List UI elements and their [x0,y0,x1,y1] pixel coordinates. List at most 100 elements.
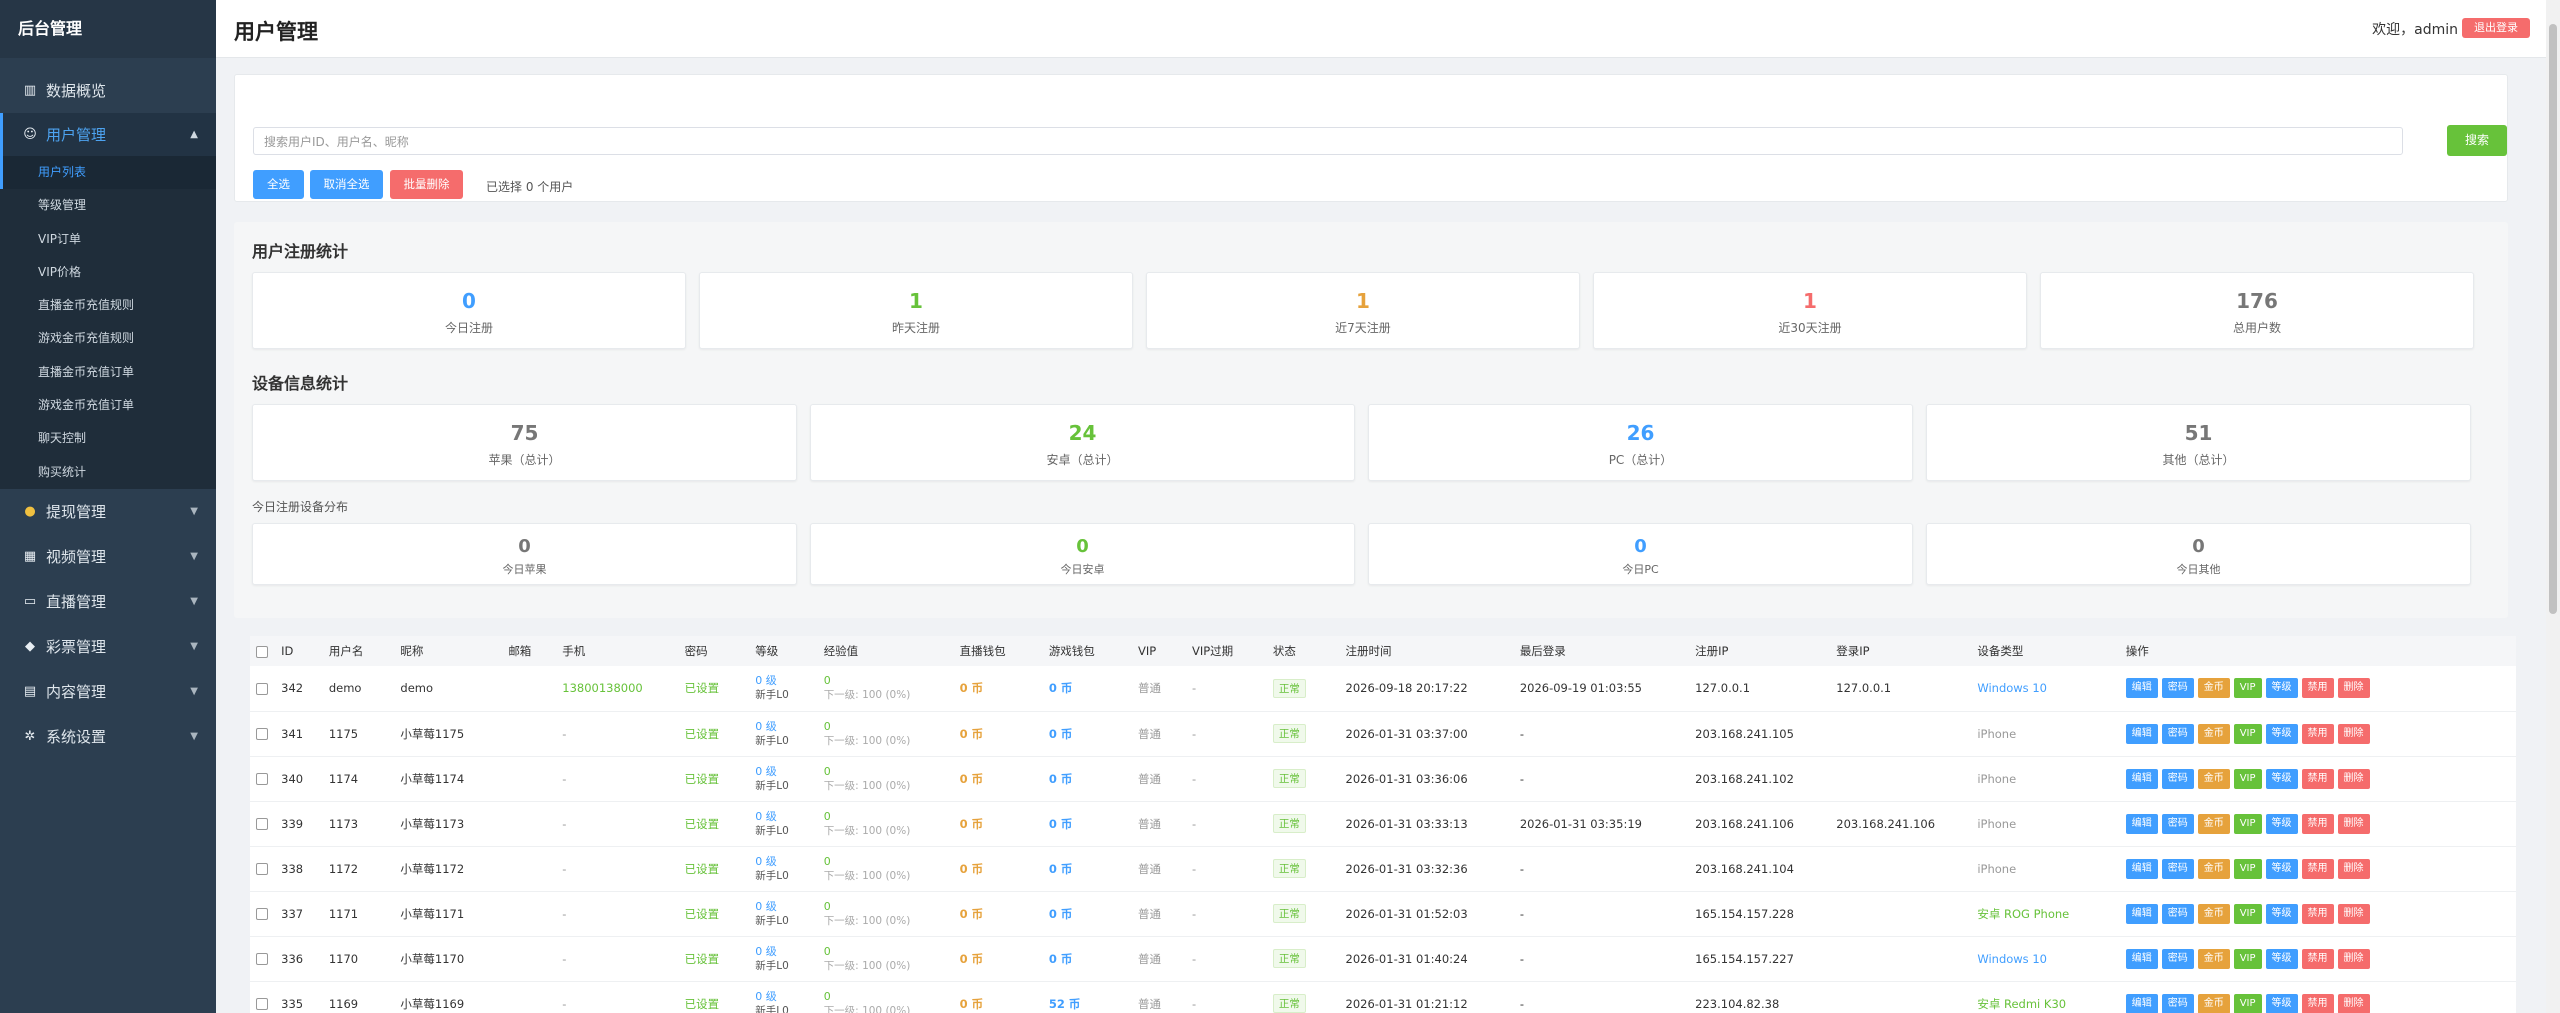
password-button[interactable]: 密码 [2161,723,2194,744]
level-button[interactable]: 等级 [2265,858,2298,879]
submenu-item-vip-orders[interactable]: VIP订单 [0,223,216,256]
coins-button[interactable]: 金币 [2197,723,2230,744]
delete-button[interactable]: 删除 [2337,948,2370,969]
table-cell[interactable] [250,891,282,937]
edit-button[interactable]: 编辑 [2125,993,2158,1013]
level-button[interactable]: 等级 [2265,723,2298,744]
row-checkbox[interactable] [256,728,268,740]
search-button[interactable]: 搜索 [2447,125,2507,156]
batch-delete-button[interactable]: 批量删除 [390,170,463,199]
row-checkbox[interactable] [256,908,268,920]
submenu-item-vip-price[interactable]: VIP价格 [0,256,216,289]
table-cell[interactable] [250,801,282,847]
delete-button[interactable]: 删除 [2337,813,2370,834]
disable-button[interactable]: 禁用 [2301,903,2334,924]
submenu-item-game-recharge-orders[interactable]: 游戏金币充值订单 [0,389,216,422]
password-button[interactable]: 密码 [2161,948,2194,969]
delete-button[interactable]: 删除 [2337,993,2370,1013]
table-cell[interactable] [250,756,282,802]
edit-button[interactable]: 编辑 [2125,813,2158,834]
deselect-all-button[interactable]: 取消全选 [310,170,383,199]
vip-button[interactable]: VIP [2233,903,2262,924]
delete-button[interactable]: 删除 [2337,858,2370,879]
page-scrollbar[interactable] [2546,0,2560,1013]
submenu-item-purchase-stats[interactable]: 购买统计 [0,456,216,489]
menu-item-users[interactable]: ☺ 用户管理 ▲ [0,113,216,156]
edit-button[interactable]: 编辑 [2125,858,2158,879]
menu-item-withdraw[interactable]: ● 提现管理 ▼ [0,489,216,534]
submenu-item-user-list[interactable]: 用户列表 [0,156,216,190]
table-cell[interactable] [250,666,282,712]
row-checkbox[interactable] [256,863,268,875]
coins-button[interactable]: 金币 [2197,948,2230,969]
menu-item-dashboard[interactable]: ▥ 数据概览 [0,68,216,113]
row-checkbox[interactable] [256,773,268,785]
edit-button[interactable]: 编辑 [2125,678,2158,699]
level-button[interactable]: 等级 [2265,993,2298,1013]
vip-button[interactable]: VIP [2233,768,2262,789]
password-button[interactable]: 密码 [2161,813,2194,834]
disable-button[interactable]: 禁用 [2301,723,2334,744]
menu-item-lottery[interactable]: ◆ 彩票管理 ▼ [0,624,216,669]
disable-button[interactable]: 禁用 [2301,948,2334,969]
table-cell[interactable] [250,711,282,757]
level-button[interactable]: 等级 [2265,678,2298,699]
row-checkbox[interactable] [256,818,268,830]
coins-button[interactable]: 金币 [2197,903,2230,924]
submenu-item-game-recharge-rules[interactable]: 游戏金币充值规则 [0,322,216,355]
submenu-item-chat-control[interactable]: 聊天控制 [0,422,216,455]
row-checkbox[interactable] [256,953,268,965]
vip-button[interactable]: VIP [2233,948,2262,969]
submenu-item-level-manage[interactable]: 等级管理 [0,189,216,222]
disable-button[interactable]: 禁用 [2301,768,2334,789]
header-checkbox-cell[interactable] [250,636,282,666]
password-button[interactable]: 密码 [2161,768,2194,789]
submenu-item-live-recharge-orders[interactable]: 直播金币充值订单 [0,356,216,389]
coins-button[interactable]: 金币 [2197,813,2230,834]
disable-button[interactable]: 禁用 [2301,993,2334,1013]
delete-button[interactable]: 删除 [2337,723,2370,744]
table-cell[interactable] [250,846,282,892]
delete-button[interactable]: 删除 [2337,768,2370,789]
coins-button[interactable]: 金币 [2197,993,2230,1013]
vip-button[interactable]: VIP [2233,678,2262,699]
submenu-item-live-recharge-rules[interactable]: 直播金币充值规则 [0,289,216,322]
level-button[interactable]: 等级 [2265,948,2298,969]
menu-item-video[interactable]: ▦ 视频管理 ▼ [0,534,216,579]
password-button[interactable]: 密码 [2161,678,2194,699]
level-button[interactable]: 等级 [2265,813,2298,834]
vip-button[interactable]: VIP [2233,723,2262,744]
search-input[interactable]: 搜索用户ID、用户名、昵称 [253,127,2403,155]
delete-button[interactable]: 删除 [2337,903,2370,924]
level-button[interactable]: 等级 [2265,903,2298,924]
level-button[interactable]: 等级 [2265,768,2298,789]
vip-button[interactable]: VIP [2233,993,2262,1013]
menu-item-settings[interactable]: ✲ 系统设置 ▼ [0,714,216,759]
password-button[interactable]: 密码 [2161,858,2194,879]
password-button[interactable]: 密码 [2161,903,2194,924]
vip-button[interactable]: VIP [2233,813,2262,834]
scrollbar-thumb[interactable] [2549,24,2557,614]
edit-button[interactable]: 编辑 [2125,948,2158,969]
row-checkbox[interactable] [256,682,268,695]
disable-button[interactable]: 禁用 [2301,858,2334,879]
disable-button[interactable]: 禁用 [2301,813,2334,834]
coins-button[interactable]: 金币 [2197,858,2230,879]
menu-item-content[interactable]: ▤ 内容管理 ▼ [0,669,216,714]
row-checkbox[interactable] [256,998,268,1010]
delete-button[interactable]: 删除 [2337,678,2370,699]
menu-item-live[interactable]: ▭ 直播管理 ▼ [0,579,216,624]
edit-button[interactable]: 编辑 [2125,723,2158,744]
table-cell[interactable] [250,936,282,982]
edit-button[interactable]: 编辑 [2125,903,2158,924]
select-all-checkbox[interactable] [256,645,268,658]
disable-button[interactable]: 禁用 [2301,678,2334,699]
coins-button[interactable]: 金币 [2197,768,2230,789]
coins-button[interactable]: 金币 [2197,678,2230,699]
password-button[interactable]: 密码 [2161,993,2194,1013]
logout-button[interactable]: 退出登录 [2462,18,2530,38]
vip-button[interactable]: VIP [2233,858,2262,879]
table-cell[interactable] [250,981,282,1013]
edit-button[interactable]: 编辑 [2125,768,2158,789]
select-all-button[interactable]: 全选 [253,170,304,199]
